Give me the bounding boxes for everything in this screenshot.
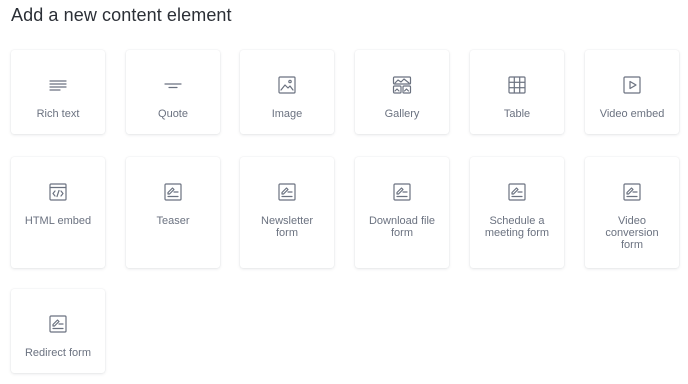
element-card-html-embed[interactable]: HTML embed (11, 157, 105, 268)
element-card-label: Quote (158, 108, 188, 120)
element-card-gallery[interactable]: Gallery (355, 50, 449, 134)
element-card-label: Table (503, 108, 531, 120)
element-card-quote[interactable]: Quote (126, 50, 220, 134)
video-embed-icon (622, 75, 642, 95)
element-card-label: Video conversion form (605, 215, 659, 251)
form-icon (48, 314, 68, 334)
html-embed-icon (48, 182, 68, 202)
element-card-schedule-meeting-form[interactable]: Schedule a meeting form (470, 157, 564, 268)
element-card-rich-text[interactable]: Rich text (11, 50, 105, 134)
element-card-download-file-form[interactable]: Download file form (355, 157, 449, 268)
gallery-icon (392, 75, 412, 95)
element-card-teaser[interactable]: Teaser (126, 157, 220, 268)
element-card-label: HTML embed (24, 215, 92, 227)
element-card-label: Video embed (599, 108, 665, 120)
rich-text-icon (48, 75, 68, 95)
element-card-label: Newsletter form (261, 215, 313, 239)
element-card-newsletter-form[interactable]: Newsletter form (240, 157, 334, 268)
form-icon (507, 182, 527, 202)
element-card-label: Rich text (36, 108, 80, 120)
element-card-label: Schedule a meeting form (484, 215, 550, 239)
form-icon (392, 182, 412, 202)
form-icon (163, 182, 183, 202)
table-icon (507, 75, 527, 95)
element-card-image[interactable]: Image (240, 50, 334, 134)
element-card-label: Image (271, 108, 303, 120)
image-icon (277, 75, 297, 95)
element-card-label: Gallery (384, 108, 420, 120)
quote-icon (163, 75, 183, 95)
page-title: Add a new content element (11, 5, 232, 25)
element-card-video-conversion-form[interactable]: Video conversion form (585, 157, 679, 268)
element-card-video-embed[interactable]: Video embed (585, 50, 679, 134)
element-card-table[interactable]: Table (470, 50, 564, 134)
element-card-label: Download file form (368, 215, 436, 239)
element-card-label: Teaser (156, 215, 190, 227)
form-icon (277, 182, 297, 202)
element-card-redirect-form[interactable]: Redirect form (11, 289, 105, 373)
form-icon (622, 182, 642, 202)
element-card-label: Redirect form (24, 347, 92, 359)
